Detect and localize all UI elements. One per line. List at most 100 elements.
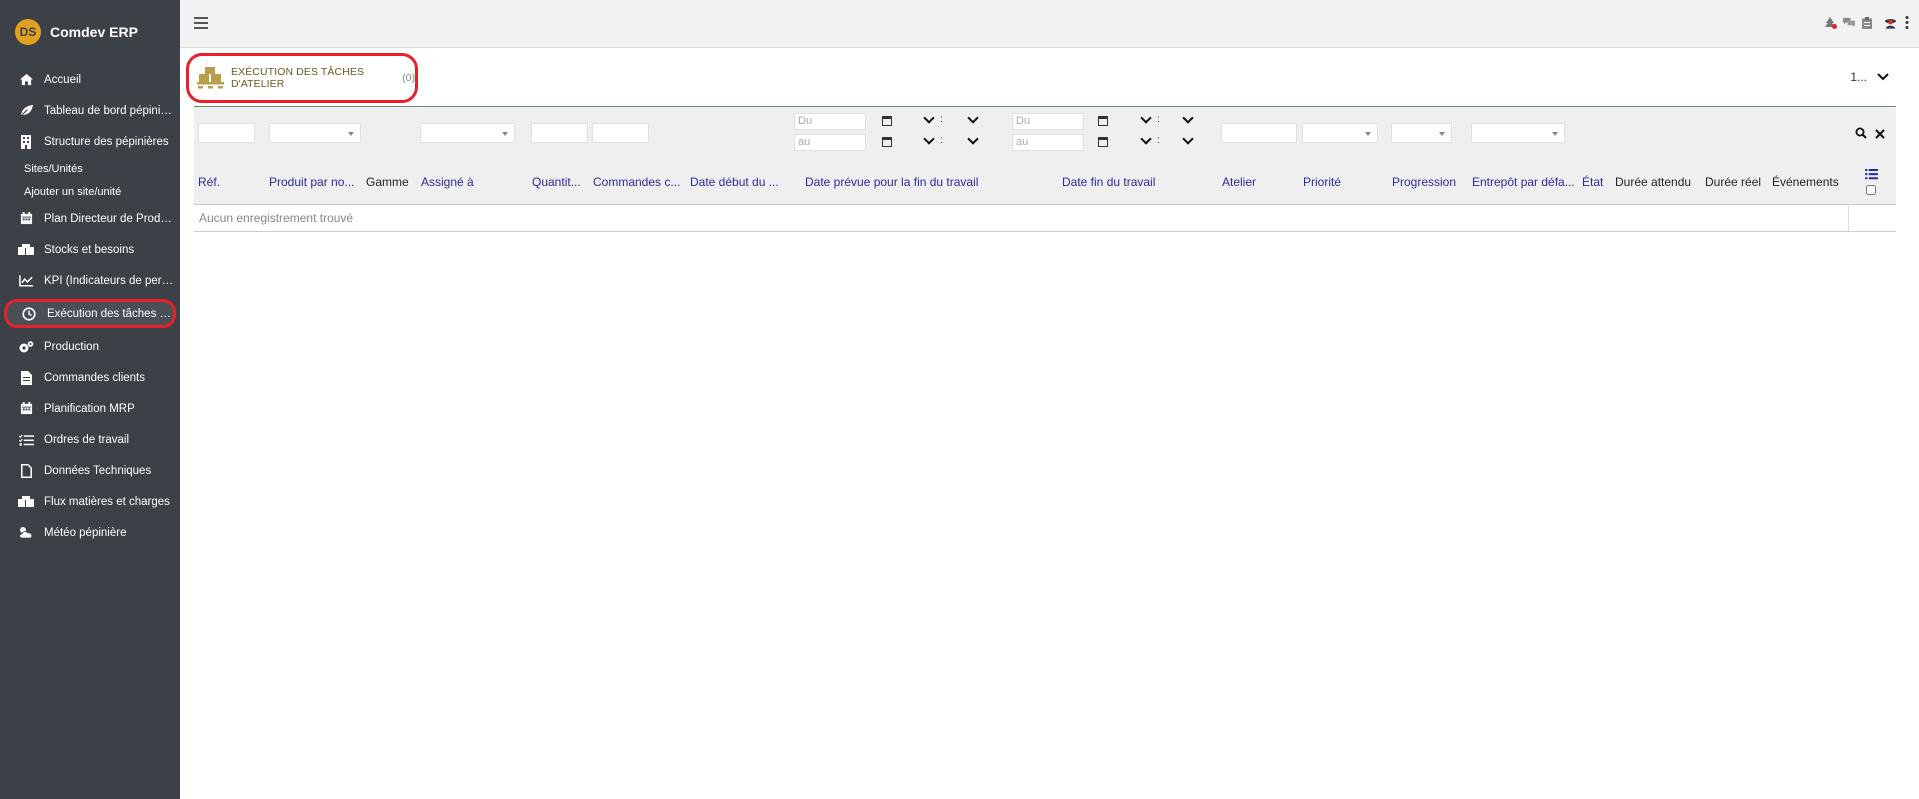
column-assigne[interactable]: Assigné à — [421, 175, 474, 189]
leaf-icon — [18, 104, 34, 118]
calendar-icon[interactable] — [1098, 116, 1108, 126]
column-selector-icon[interactable] — [1865, 169, 1878, 183]
sidebar-item-kpi[interactable]: KPI (Indicateurs de perf... — [0, 265, 180, 296]
column-ref[interactable]: Réf. — [198, 175, 220, 189]
chevron-down-icon[interactable] — [1182, 112, 1194, 124]
close-icon[interactable] — [1875, 128, 1885, 142]
page-selector[interactable]: 1... — [1850, 70, 1889, 84]
column-quantite[interactable]: Quantit... — [532, 175, 581, 189]
page-selector-value: 1... — [1850, 70, 1867, 84]
column-entrepot[interactable]: Entrepôt par défa... — [1472, 175, 1575, 189]
time-separator: : — [1157, 135, 1160, 146]
chevron-down-icon[interactable] — [923, 133, 935, 145]
sidebar-item-production[interactable]: Production — [0, 331, 180, 362]
column-date-fin[interactable]: Date fin du travail — [1062, 175, 1155, 189]
boxes-icon — [18, 495, 34, 509]
sidebar-item-planification-mrp[interactable]: Planification MRP — [0, 393, 180, 424]
chevron-down-icon[interactable] — [1140, 133, 1152, 145]
hamburger-menu-icon[interactable] — [194, 17, 208, 29]
brand-name: Comdev ERP — [50, 24, 138, 40]
file-outline-icon — [18, 463, 34, 478]
brand-logo: DS — [15, 19, 41, 45]
table-header: Réf. Produit par no... Gamme Assigné à Q… — [194, 159, 1896, 205]
sidebar-subitem-sites[interactable]: Sites/Unités — [0, 157, 180, 180]
chevron-down-icon[interactable] — [1140, 112, 1152, 124]
list-check-icon — [18, 433, 34, 447]
topbar-icons — [1825, 16, 1909, 32]
chevron-down-icon[interactable] — [923, 112, 935, 124]
column-date-prevue[interactable]: Date prévue pour la fin du travail — [805, 175, 978, 189]
select-all-checkbox[interactable] — [1866, 185, 1876, 195]
sidebar-item-structure[interactable]: Structure des pépinières — [0, 126, 180, 157]
boxes-icon — [18, 243, 34, 257]
time-separator: : — [940, 135, 943, 146]
sidebar-item-tableau-de-bord[interactable]: Tableau de bord pépinière — [0, 95, 180, 126]
filter-quantite-input[interactable] — [531, 123, 588, 143]
record-count: (0) — [402, 72, 415, 84]
filter-progression-select[interactable] — [1391, 123, 1452, 143]
sidebar-item-label: Accueil — [44, 73, 82, 86]
chevron-down-icon[interactable] — [967, 133, 979, 145]
cogs-icon — [18, 340, 34, 354]
sidebar-item-plan-directeur[interactable]: Plan Directeur de Produ... — [0, 203, 180, 234]
topbar — [180, 0, 1919, 48]
filter-priorite-select[interactable] — [1302, 123, 1378, 143]
comments-icon[interactable] — [1843, 17, 1856, 31]
sidebar-item-meteo[interactable]: Météo pépinière — [0, 517, 180, 548]
chart-line-icon — [18, 274, 34, 288]
chevron-down-icon[interactable] — [967, 112, 979, 124]
search-icon[interactable] — [1855, 127, 1867, 142]
sidebar: DS Comdev ERP Accueil Tableau de bord pé… — [0, 0, 180, 799]
filter-date-fin-from[interactable]: Du — [1012, 113, 1084, 130]
column-duree-reel: Durée réel — [1705, 175, 1762, 189]
column-progression[interactable]: Progression — [1392, 175, 1456, 189]
column-priorite[interactable]: Priorité — [1303, 175, 1341, 189]
filter-assigne-select[interactable] — [420, 123, 515, 143]
column-atelier[interactable]: Atelier — [1222, 175, 1256, 189]
sidebar-item-label: Tableau de bord pépinière — [44, 104, 174, 117]
chevron-down-icon[interactable] — [1182, 133, 1194, 145]
sidebar-subitem-ajouter-site[interactable]: Ajouter un site/unité — [0, 180, 180, 203]
building-icon — [18, 134, 34, 149]
calendar-icon[interactable] — [882, 137, 892, 147]
column-produit[interactable]: Produit par no... — [269, 175, 354, 189]
sidebar-item-commandes-clients[interactable]: Commandes clients — [0, 362, 180, 393]
column-etat[interactable]: État — [1582, 175, 1603, 189]
sidebar-item-label: Exécution des tâches d'... — [47, 307, 173, 320]
time-separator: : — [1157, 114, 1160, 125]
empty-message: Aucun enregistrement trouvé — [199, 211, 354, 225]
filter-ref-input[interactable] — [198, 123, 255, 143]
sidebar-item-label: Météo pépinière — [44, 526, 127, 539]
sidebar-item-label: Flux matières et charges — [44, 495, 170, 508]
user-avatar-icon[interactable] — [1884, 17, 1897, 32]
calendar-icon — [18, 212, 34, 226]
filter-date-prevue-from[interactable]: Du — [794, 113, 866, 130]
sidebar-item-flux-matieres[interactable]: Flux matières et charges — [0, 486, 180, 517]
filter-commandes-input[interactable] — [592, 123, 649, 143]
filter-atelier-input[interactable] — [1221, 123, 1297, 143]
sidebar-item-label: KPI (Indicateurs de perf... — [44, 274, 174, 287]
calendar-icon[interactable] — [1098, 137, 1108, 147]
column-commandes[interactable]: Commandes c... — [593, 175, 680, 189]
brand[interactable]: DS Comdev ERP — [0, 0, 180, 64]
sidebar-item-stocks[interactable]: Stocks et besoins — [0, 234, 180, 265]
filter-entrepot-select[interactable] — [1471, 123, 1565, 143]
filter-produit-select[interactable] — [269, 123, 361, 143]
calendar-icon[interactable] — [882, 116, 892, 126]
more-vertical-icon[interactable] — [1905, 16, 1909, 32]
column-gamme: Gamme — [366, 175, 409, 189]
column-date-debut[interactable]: Date début du ... — [690, 175, 779, 189]
filter-date-prevue-to[interactable]: au — [794, 134, 866, 151]
column-evenements: Événements — [1772, 175, 1839, 189]
sidebar-item-execution-taches[interactable]: Exécution des tâches d'... — [4, 299, 176, 328]
sidebar-item-donnees-techniques[interactable]: Données Techniques — [0, 455, 180, 486]
column-duree-attendu: Durée attendu — [1615, 175, 1692, 189]
sidebar-item-label: Commandes clients — [44, 371, 145, 384]
sidebar-item-ordres-travail[interactable]: Ordres de travail — [0, 424, 180, 455]
tree-alert-icon[interactable] — [1825, 16, 1837, 32]
filter-date-fin-to[interactable]: au — [1012, 134, 1084, 151]
sidebar-item-accueil[interactable]: Accueil — [0, 64, 180, 95]
clipboard-icon[interactable] — [1862, 16, 1872, 32]
filter-row: Du : au : Du : au : — [194, 107, 1896, 159]
page-title-box: EXÉCUTION DES TÂCHES D'ATELIER (0) — [186, 53, 418, 103]
